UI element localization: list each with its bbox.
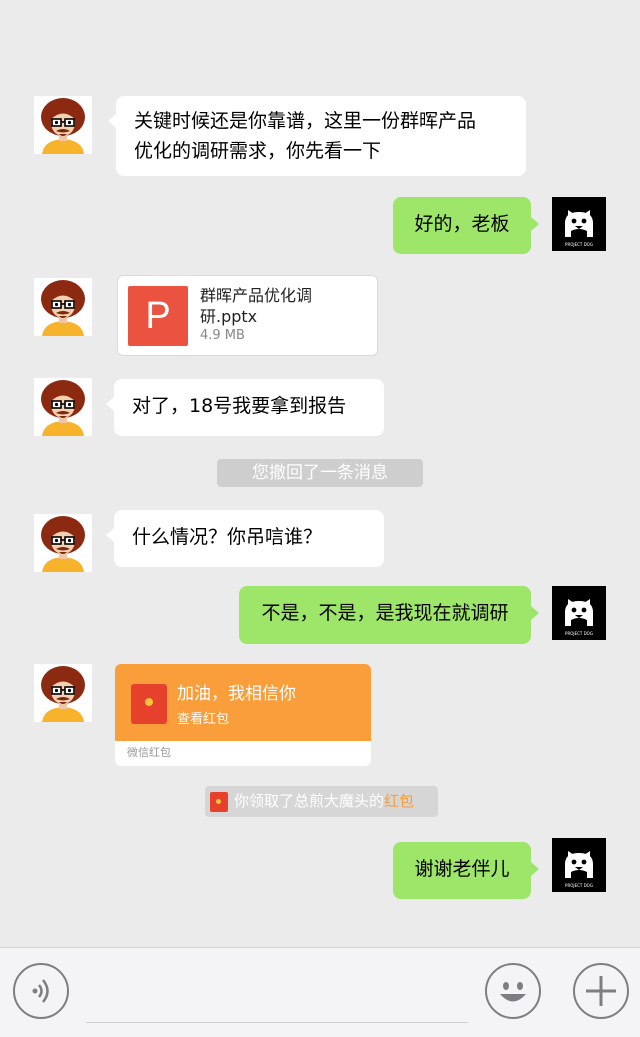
message-text-7: 不是，不是，是我现在就调研 (261, 602, 509, 624)
message-bubble-7[interactable]: 不是，不是，是我现在就调研 (239, 586, 539, 644)
avatar-caption: PROJECT DOG (565, 631, 593, 636)
message-text-10: 谢谢老伴儿 (414, 858, 510, 880)
ppt-file-icon: P (128, 286, 188, 346)
message-bubble-1[interactable]: 关键时候还是你靠谱，这里一份群晖产品 优化的调研需求，你先看一下 (108, 96, 526, 176)
boss-avatar[interactable] (34, 664, 92, 722)
red-packet-brand: 微信红包 (127, 746, 171, 759)
boss-avatar-icon (34, 378, 92, 436)
boss-avatar-icon (34, 96, 92, 154)
avatar-caption: PROJECT DOG (565, 883, 593, 888)
message-text-2: 好的，老板 (414, 213, 510, 235)
red-packet-body: 加油，我相信你 查看红包 (115, 664, 371, 741)
input-bar (0, 947, 640, 1037)
file-name: 群晖产品优化调研.pptx (200, 286, 313, 326)
red-packet-title: 加油，我相信你 (177, 684, 296, 704)
red-packet-subtitle: 查看红包 (177, 712, 230, 727)
red-packet-small-icon (210, 792, 228, 812)
recall-notice: 您撤回了一条消息 (217, 459, 423, 487)
message-text-1-line2: 优化的调研需求，你先看一下 (134, 140, 382, 162)
boss-avatar-icon (34, 514, 92, 572)
boss-avatar[interactable] (34, 514, 92, 572)
message-text-1-line1: 关键时候还是你靠谱，这里一份群晖产品 (134, 110, 477, 132)
file-size: 4.9 MB (200, 328, 245, 343)
voice-button[interactable] (13, 963, 69, 1019)
message-bubble-10[interactable]: 谢谢老伴儿 (393, 842, 539, 899)
boss-avatar-icon (34, 278, 92, 336)
message-bubble-6[interactable]: 什么情况？你吊唁谁？ (106, 510, 384, 567)
message-input[interactable] (86, 958, 468, 1023)
red-packet-message[interactable]: 加油，我相信你 查看红包 微信红包 (115, 664, 371, 766)
boss-avatar-icon (34, 664, 92, 722)
claim-text: 你领取了总煎大魔头的 (234, 792, 385, 810)
boss-avatar[interactable] (34, 278, 92, 336)
my-avatar[interactable]: PROJECT DOG (552, 586, 606, 640)
avatar-caption: PROJECT DOG (565, 242, 593, 247)
more-button[interactable] (573, 963, 629, 1019)
message-text-4: 对了，18号我要拿到报告 (132, 395, 347, 417)
claim-red-packet-link[interactable]: 红包 (384, 792, 414, 810)
my-avatar[interactable]: PROJECT DOG (552, 197, 606, 251)
red-packet-icon (131, 684, 167, 724)
my-avatar[interactable]: PROJECT DOG (552, 838, 606, 892)
message-bubble-4[interactable]: 对了，18号我要拿到报告 (106, 379, 384, 436)
file-message[interactable]: P 群晖产品优化调研.pptx 4.9 MB (117, 275, 378, 356)
voice-icon (32, 979, 49, 1003)
message-text-6: 什么情况？你吊唁谁？ (132, 526, 323, 548)
plus-icon (586, 976, 616, 1006)
boss-avatar[interactable] (34, 378, 92, 436)
emoji-icon (500, 982, 526, 1002)
red-packet-claim-notice: 你领取了总煎大魔头的红包 (205, 786, 438, 817)
message-bubble-2[interactable]: 好的，老板 (393, 197, 539, 254)
boss-avatar[interactable] (34, 96, 92, 154)
emoji-button[interactable] (485, 963, 541, 1019)
